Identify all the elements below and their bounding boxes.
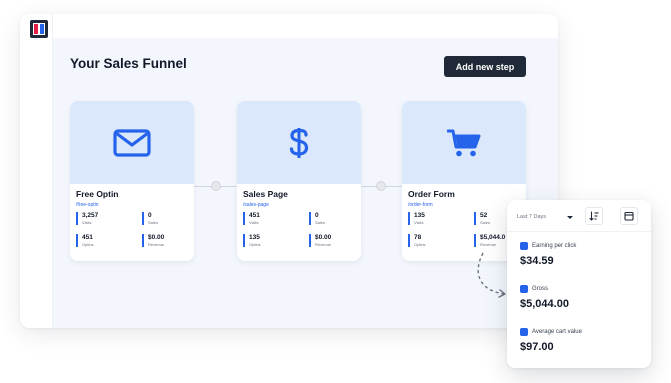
stat-sales: 0 Sales <box>142 212 158 225</box>
metric-gross: Gross $5,044.00 <box>520 285 569 310</box>
sort-icon <box>589 211 599 221</box>
calendar-icon <box>624 211 634 221</box>
checkbox-icon[interactable] <box>520 328 528 336</box>
stats-panel: Last 7 Days Earning per click $34.59 Gro… <box>507 200 651 368</box>
metric-average-cart-value: Average cart value $97.00 <box>520 328 582 353</box>
stat-optins: 135 Optins <box>243 234 261 247</box>
step-thumbnail <box>402 101 526 184</box>
checkbox-icon[interactable] <box>520 242 528 250</box>
step-thumbnail <box>70 101 194 184</box>
date-range-select[interactable]: Last 7 Days <box>517 210 573 224</box>
stat-optins: 451 Optins <box>76 234 94 247</box>
add-new-step-button[interactable]: Add new step <box>444 56 526 77</box>
sidebar <box>20 14 53 328</box>
stat-revenue: $0.00 Revenue <box>142 234 164 247</box>
stat-optins: 78 Optins <box>408 234 426 247</box>
step-name: Sales Page <box>243 189 288 199</box>
stat-sales: 52 Sales <box>474 212 490 225</box>
stat-visits: 135 Visits <box>408 212 425 225</box>
stat-visits: 451 Visits <box>243 212 260 225</box>
checkbox-icon[interactable] <box>520 285 528 293</box>
step-name: Free Optin <box>76 189 119 199</box>
step-path-link[interactable]: /sales-page <box>243 202 269 208</box>
step-thumbnail <box>237 101 361 184</box>
step-name: Order Form <box>408 189 455 199</box>
date-range-value: Last 7 Days <box>517 214 547 220</box>
stat-revenue: $0.00 Revenue <box>309 234 331 247</box>
mail-icon <box>113 128 151 157</box>
stat-revenue: $5,044.0 Revenue <box>474 234 505 247</box>
funnel-step-card[interactable]: Free Optin /free-optin 3,257 Visits 0 Sale… <box>70 101 194 261</box>
divider <box>507 231 651 232</box>
calendar-button[interactable] <box>620 207 638 225</box>
step-path-link[interactable]: /order-form <box>408 202 433 208</box>
app-logo[interactable] <box>30 20 48 38</box>
stat-visits: 3,257 Visits <box>76 212 98 225</box>
connector-node[interactable] <box>376 181 386 191</box>
stat-sales: 0 Sales <box>309 212 325 225</box>
funnel-step-card[interactable]: Sales Page /sales-page 451 Visits 0 Sales … <box>237 101 361 261</box>
connector-node[interactable] <box>211 181 221 191</box>
cart-icon <box>447 129 481 156</box>
page-title: Your Sales Funnel <box>70 56 187 71</box>
chevron-down-icon <box>567 215 573 219</box>
dollar-icon <box>289 127 309 158</box>
metric-earning-per-click: Earning per click $34.59 <box>520 242 577 267</box>
step-path-link[interactable]: /free-optin <box>76 202 99 208</box>
sort-button[interactable] <box>585 207 603 225</box>
